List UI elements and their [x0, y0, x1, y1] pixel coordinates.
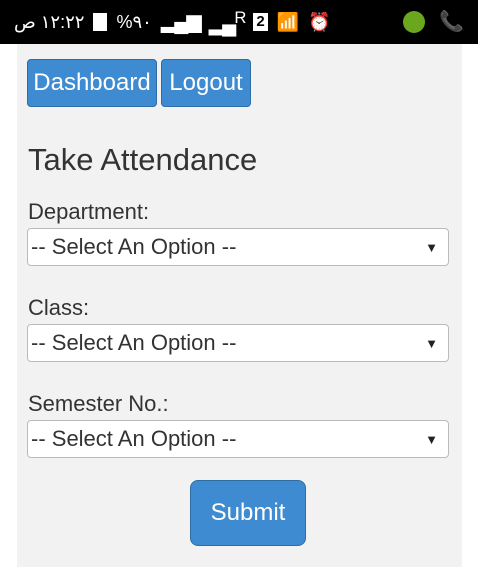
class-select-value: -- Select An Option --	[31, 330, 237, 355]
submit-button[interactable]: Submit	[190, 480, 306, 546]
semester-label: Semester No.:	[28, 391, 169, 416]
semester-select[interactable]: -- Select An Option -- ▼	[27, 420, 449, 458]
roaming-signal-icon: ▂▄R	[208, 7, 247, 36]
semester-select-value: -- Select An Option --	[31, 426, 237, 451]
main-content: Dashboard Logout Take Attendance Departm…	[17, 44, 462, 567]
logout-button[interactable]: Logout	[161, 59, 251, 107]
network-badge: R	[234, 7, 246, 27]
battery-percent: %٩٠	[116, 11, 152, 32]
call-icon: 📞	[439, 11, 464, 33]
chevron-down-icon: ▼	[425, 431, 438, 447]
page-title: Take Attendance	[28, 142, 258, 177]
class-select[interactable]: -- Select An Option -- ▼	[27, 324, 449, 362]
sim-badge: 2	[253, 13, 268, 31]
status-bar: ١٢:٢٢ ص %٩٠ ▂▄▆ ▂▄R 2 📶 ⏰ 📞	[0, 0, 478, 44]
chevron-down-icon: ▼	[425, 239, 438, 255]
class-label: Class:	[28, 295, 90, 320]
department-select-value: -- Select An Option --	[31, 234, 237, 259]
wifi-icon: 📶	[276, 12, 300, 32]
dashboard-button[interactable]: Dashboard	[27, 59, 157, 107]
status-left: ١٢:٢٢ ص %٩٠ ▂▄▆ ▂▄R 2 📶 ⏰	[14, 7, 331, 36]
department-select[interactable]: -- Select An Option -- ▼	[27, 228, 449, 266]
status-right: 📞	[403, 11, 464, 33]
signal-strength-icon: ▂▄▆	[160, 11, 202, 33]
chevron-down-icon: ▼	[425, 335, 438, 351]
alarm-icon: ⏰	[308, 12, 331, 32]
status-time: ١٢:٢٢ ص	[14, 11, 85, 32]
app-notification-icon	[403, 11, 426, 33]
department-label: Department:	[28, 199, 150, 224]
battery-icon	[93, 13, 108, 31]
